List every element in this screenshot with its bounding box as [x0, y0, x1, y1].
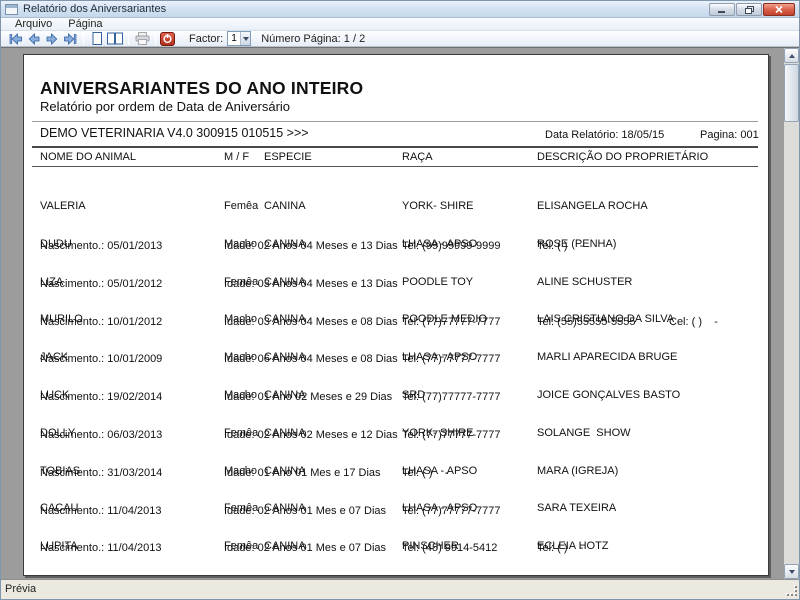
divider: [32, 121, 758, 122]
arrow-down-icon: [788, 569, 795, 574]
close-icon: [775, 5, 783, 14]
statusbar: Prévia: [1, 579, 799, 599]
preview-area: ANIVERSARIANTES DO ANO INTEIRO Relatório…: [1, 47, 799, 592]
menubar: Arquivo Página: [1, 18, 799, 31]
toolbar-separator: [155, 32, 156, 45]
toolbar-separator: [128, 32, 129, 45]
first-page-button[interactable]: [7, 31, 25, 46]
minimize-button[interactable]: [709, 3, 735, 16]
scrollbar-thumb[interactable]: [784, 64, 799, 122]
first-page-icon: [9, 32, 22, 45]
divider: [32, 146, 758, 148]
report-row: CACAU Nascimento.: 11/04/2013 Femêa CANIN…: [24, 474, 768, 554]
toolbar-separator: [83, 32, 84, 45]
close-preview-icon: [163, 34, 172, 44]
menu-pagina[interactable]: Página: [60, 18, 110, 31]
two-page-button[interactable]: [106, 31, 124, 46]
close-preview-button[interactable]: [160, 31, 175, 46]
window-icon: [5, 3, 18, 15]
company-line: DEMO VETERINARIA V4.0 300915 010515 >>>: [40, 126, 309, 140]
report-row: JACK Nascimento.: 19/02/2014 Macho CANINA…: [24, 323, 768, 403]
report-row: LUPITA Nascimento.: 13/04/2009 FemêaCANI…: [24, 512, 768, 592]
scrollbar-up-button[interactable]: [784, 48, 799, 63]
minimize-icon: [718, 11, 725, 13]
factor-select[interactable]: 1: [227, 31, 252, 46]
report-row: DUDU Nascimento.: 05/01/2012 Macho CANINA…: [24, 210, 768, 290]
report-rows: VALERIA Nascimento.: 05/01/2013 Femêa CAN…: [24, 172, 768, 592]
report-row: DOLLY Nascimento.: 31/03/2014 Femêa CANIN…: [24, 399, 768, 479]
column-header-animal: NOME DO ANIMAL: [40, 151, 136, 163]
menu-arquivo[interactable]: Arquivo: [7, 18, 60, 31]
report-row: MURILO Nascimento.: 10/01/2009 Macho CANI…: [24, 285, 768, 365]
report-page: ANIVERSARIANTES DO ANO INTEIRO Relatório…: [23, 54, 769, 592]
printer-icon: [135, 32, 149, 45]
report-row: LUCK Nascimento.: 06/03/2013 Macho CANINA…: [24, 361, 768, 441]
report-page-number: Pagina: 001: [700, 129, 759, 141]
two-page-icon: [107, 32, 123, 45]
restore-icon: [744, 5, 754, 14]
factor-label: Factor:: [189, 32, 224, 45]
column-header-breed: RAÇA: [402, 151, 433, 163]
combo-dropdown-button[interactable]: [240, 32, 251, 45]
single-page-button[interactable]: [88, 31, 106, 46]
chevron-down-icon: [242, 36, 249, 41]
vertical-scrollbar[interactable]: [784, 48, 799, 579]
previous-page-button[interactable]: [25, 31, 43, 46]
close-button[interactable]: [763, 3, 795, 16]
single-page-icon: [92, 32, 102, 45]
report-subtitle: Relatório por ordem de Data de Aniversár…: [40, 99, 291, 114]
report-title: ANIVERSARIANTES DO ANO INTEIRO: [40, 78, 364, 98]
scrollbar-down-button[interactable]: [784, 564, 799, 579]
next-page-icon: [46, 32, 58, 45]
preview-window: Relatório dos Aniversariantes Arquivo Pá…: [0, 0, 800, 600]
restore-button[interactable]: [736, 3, 762, 16]
previous-page-icon: [28, 32, 40, 45]
page-number-info: Número Página: 1 / 2: [261, 32, 366, 45]
status-text: Prévia: [5, 583, 37, 595]
toolbar: Factor: 1 Número Página: 1 / 2: [1, 31, 799, 47]
column-header-mf: M / F: [224, 151, 250, 163]
print-button[interactable]: [133, 31, 151, 46]
factor-value: 1: [231, 33, 237, 44]
report-row: VALERIA Nascimento.: 05/01/2013 Femêa CAN…: [24, 172, 768, 252]
titlebar: Relatório dos Aniversariantes: [1, 1, 799, 18]
next-page-button[interactable]: [43, 31, 61, 46]
report-row: TOBIAS Nascimento.: 11/04/2013 Macho CANI…: [24, 437, 768, 517]
report-row: LIZA Nascimento.: 10/01/2012 Femêa CANINA…: [24, 248, 768, 328]
window-title: Relatório dos Aniversariantes: [23, 3, 167, 15]
resize-grip[interactable]: [786, 585, 797, 596]
divider: [32, 166, 758, 167]
column-header-owner: DESCRIÇÃO DO PROPRIETÁRIO: [537, 151, 709, 163]
arrow-up-icon: [788, 53, 795, 58]
last-page-button[interactable]: [61, 31, 79, 46]
column-header-species: ESPECIE: [264, 151, 312, 163]
last-page-icon: [64, 32, 77, 45]
report-date: Data Relatório: 18/05/15: [545, 129, 665, 141]
